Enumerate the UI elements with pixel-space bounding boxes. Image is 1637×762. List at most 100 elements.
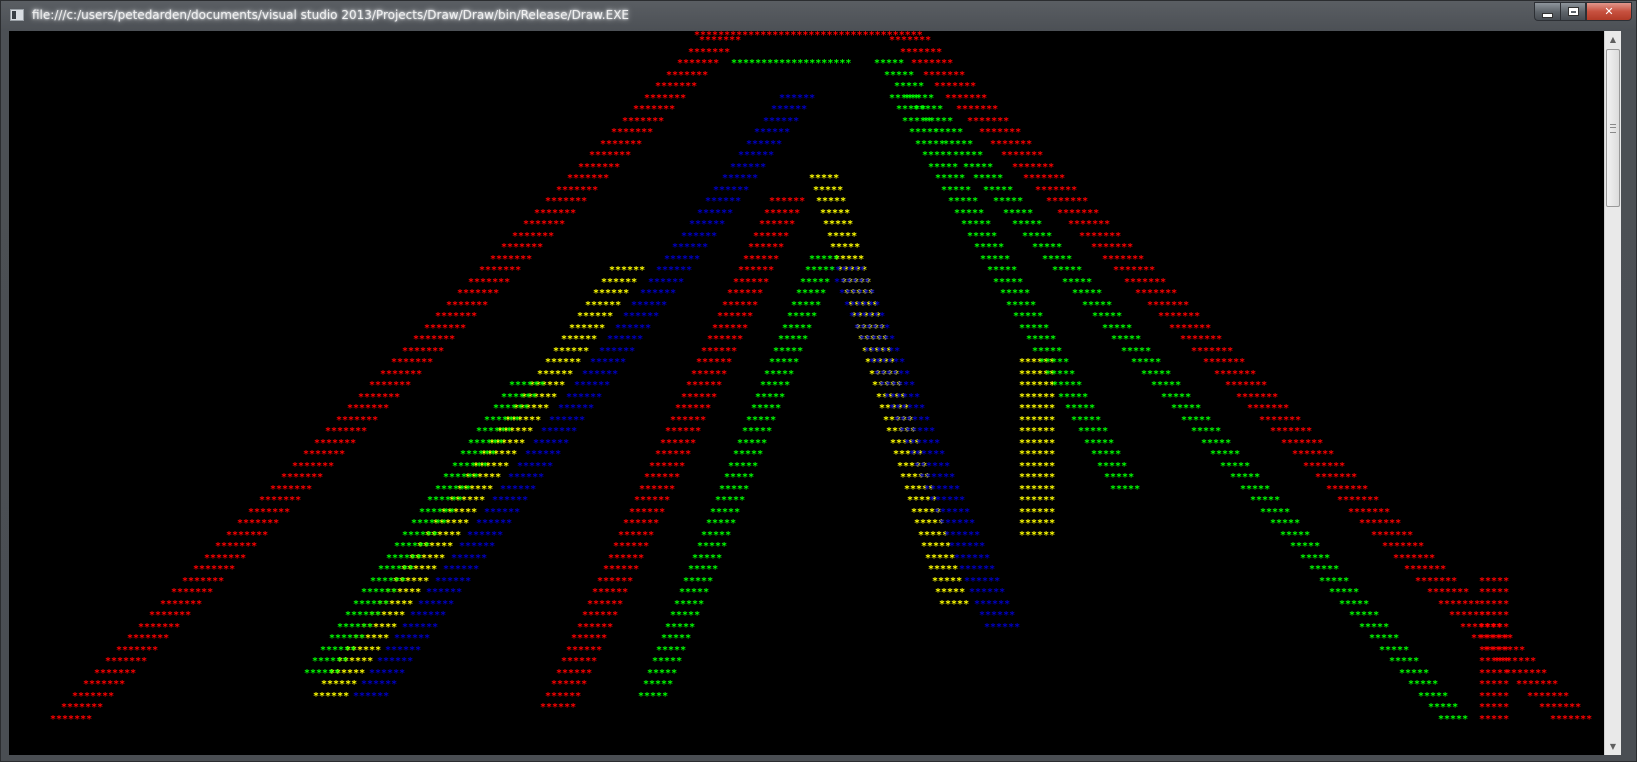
green-inner-right: ***** [909,127,940,138]
title-bar[interactable]: file:///c:/users/petedarden/documents/vi… [1,1,1637,31]
red-inner-left: ****** [759,219,796,230]
green-inner-right: ***** [987,265,1018,276]
red-diagonal-right: ******* [1158,311,1201,322]
yellow-column-right: ****** [1019,518,1056,529]
blue-diagonal-left: ****** [582,369,619,380]
red-diagonal-left: ******* [336,415,379,426]
red-diagonal-right: ******* [1404,564,1447,575]
red-diagonal-left: ******* [424,323,467,334]
green-inner-right: ***** [1110,484,1141,495]
yellow-inner-right: ***** [830,242,861,253]
blue-diagonal-left: ****** [533,438,570,449]
blue-diagonal-left: ****** [369,668,406,679]
blue-diagonal-left: ****** [705,196,742,207]
blue-diagonal-left: ****** [353,691,390,702]
red-diagonal-left: ******* [589,150,632,161]
maximize-button[interactable] [1560,2,1586,21]
red-diagonal-left: ******* [501,242,544,253]
yellow-inner-right: ***** [827,231,858,242]
red-diagonal-left: ******* [270,484,313,495]
green-center-left: ***** [809,254,840,265]
blue-diagonal-left: ****** [574,380,611,391]
blue-inner-right: ****** [884,392,921,403]
blue-diagonal-left: ****** [713,185,750,196]
red-inner-left: ****** [587,599,624,610]
red-inner-left: ****** [733,277,770,288]
green-center-left: ***** [697,541,728,552]
red-diagonal-left: ******* [94,668,137,679]
blue-inner-right: ****** [894,415,931,426]
green-diagonal-right: ***** [1379,645,1410,656]
red-inner-left: ****** [727,288,764,299]
blue-inner-right: ****** [924,484,961,495]
close-icon: ✕ [1604,5,1614,18]
red-diagonal-left: ******* [127,633,170,644]
green-center-left: ***** [688,564,719,575]
console-app-icon[interactable] [10,9,24,21]
yellow-diagonal-left: ****** [569,323,606,334]
scroll-down-arrow-icon[interactable]: ▼ [1605,738,1621,755]
scroll-up-arrow-icon[interactable]: ▲ [1605,31,1621,48]
red-inner-left: ****** [743,254,780,265]
yellow-column-right: ****** [1019,438,1056,449]
red-right-column: ***** [1479,587,1510,598]
console-output-area[interactable]: ************************************** **… [9,31,1621,755]
green-diagonal-right: ***** [1408,679,1439,690]
red-diagonal-left: ******* [248,507,291,518]
minimize-icon [1543,13,1552,17]
yellow-inner-right: ***** [925,553,956,564]
scroll-thumb[interactable] [1606,49,1620,207]
red-right-column: ***** [1479,656,1510,667]
green-inner-right: ***** [974,242,1005,253]
green-diagonal-left: ****** [329,633,366,644]
green-diagonal-right: ***** [1102,323,1133,334]
green-inner-right: ***** [1091,449,1122,460]
green-diagonal-right: ***** [1151,380,1182,391]
green-inner-right: ***** [928,162,959,173]
green-inner-right: ***** [1052,380,1083,391]
green-center-left: ***** [706,518,737,529]
green-diagonal-left: ****** [443,472,480,483]
green-center-left: ***** [665,622,696,633]
blue-inner-right: ****** [899,426,936,437]
red-diagonal-right: ******* [1091,242,1134,253]
red-right-column: ***** [1479,702,1510,713]
green-diagonal-right: ***** [1359,622,1390,633]
red-inner-left: ****** [738,265,775,276]
green-diagonal-right: ***** [884,70,915,81]
blue-inner-right: ****** [889,403,926,414]
green-center-left: ***** [782,323,813,334]
minimize-button[interactable] [1534,2,1560,21]
green-center-left: ***** [751,403,782,414]
green-inner-right: ***** [993,277,1024,288]
green-diagonal-right: ***** [1161,392,1192,403]
red-diagonal-left: ******* [402,346,445,357]
blue-diagonal-left: ****** [377,656,414,667]
green-diagonal-right: ***** [1121,346,1152,357]
green-diagonal-right: ***** [1389,656,1420,667]
blue-diagonal-left: ****** [607,334,644,345]
green-diagonal-right: ***** [993,196,1024,207]
red-inner-left: ****** [561,656,598,667]
yellow-diagonal-left: ****** [577,311,614,322]
red-inner-left: ****** [577,622,614,633]
red-inner-left: ****** [722,300,759,311]
blue-inner-right: ****** [964,576,1001,587]
red-diagonal-left: ******* [171,587,214,598]
green-center-left: ***** [800,277,831,288]
red-inner-left: ****** [712,323,749,334]
red-diagonal-left: ******* [644,93,687,104]
green-center-left: ***** [773,346,804,357]
green-center-left: ***** [670,610,701,621]
red-diagonal-left: ******* [556,185,599,196]
red-diagonal-left: ******* [523,219,566,230]
red-diagonal-left: ******* [149,610,192,621]
green-center-left: ***** [638,691,669,702]
green-diagonal-right: ***** [1082,300,1113,311]
close-button[interactable]: ✕ [1586,2,1632,21]
vertical-scrollbar[interactable]: ▲ ▼ [1604,31,1621,755]
yellow-column-right: ****** [1019,472,1056,483]
red-inner-left: ****** [707,334,744,345]
maximize-icon [1568,8,1578,15]
green-inner-right: ***** [1000,288,1031,299]
